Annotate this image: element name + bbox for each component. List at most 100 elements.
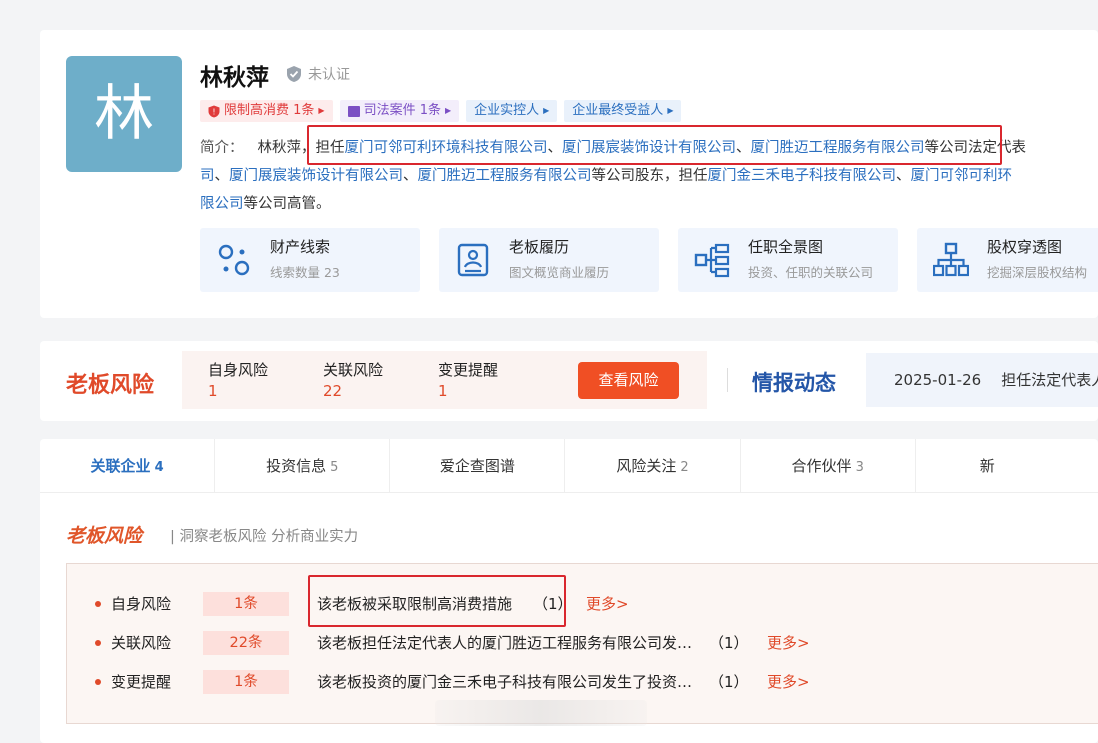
risk-description[interactable]: 该老板担任法定代表人的厦门胜迈工程服务有限公司发生了变更 xyxy=(317,628,705,658)
tab-label: 新 xyxy=(979,457,995,475)
boss-profile-card: 林 林秋萍 未认证 ! 限制高消费 1条 ▶ 司法案件 1条 ▶ 企业实控人 ▶… xyxy=(40,30,1098,318)
risk-label: 自身风险 xyxy=(111,595,172,613)
feature-equity-map[interactable]: 股权穿透图 挖掘深层股权结构 xyxy=(917,228,1098,292)
more-link[interactable]: 更多> xyxy=(586,589,629,619)
risk-label: 关联风险 xyxy=(111,634,172,652)
risk-count: 1条 xyxy=(203,670,289,694)
tab-partners[interactable]: 合作伙伴 3 xyxy=(741,439,916,493)
feature-subtitle: 线索数量 23 xyxy=(270,265,340,280)
boss-name: 林秋萍 xyxy=(200,65,269,91)
tag-beneficiary-label: 企业最终受益人 xyxy=(572,103,664,118)
tag-beneficiary[interactable]: 企业最终受益人 ▶ xyxy=(564,100,682,122)
risk-bar-title: 老板风险 xyxy=(66,373,155,398)
tab-count: 3 xyxy=(855,460,864,475)
boss-risk-bar: 老板风险 自身风险 1 关联风险 22 变更提醒 1 查看风险 情报动态 202… xyxy=(40,341,1098,421)
tab-more[interactable]: 新 xyxy=(916,439,1098,493)
tab-graph[interactable]: 爱企查图谱 xyxy=(390,439,566,493)
shield-icon: ! xyxy=(208,105,220,117)
more-link[interactable]: 更多> xyxy=(767,628,810,658)
caret-right-icon: ▶ xyxy=(444,106,452,115)
risk-count: 22条 xyxy=(203,631,289,655)
stat-change-alert[interactable]: 变更提醒 1 xyxy=(438,359,498,400)
tab-risk-watch[interactable]: 风险关注 2 xyxy=(565,439,741,493)
tab-count: 2 xyxy=(680,460,689,475)
svg-text:!: ! xyxy=(212,107,215,116)
tag-controller-label: 企业实控人 xyxy=(474,103,540,118)
bullet-dot xyxy=(95,640,101,646)
bullet-dot xyxy=(95,679,101,685)
company-link[interactable]: 厦门可邻可利环 xyxy=(911,168,1013,184)
intro-line-2: 司、厦门展宸装饰设计有限公司、厦门胜迈工程服务有限公司等公司股东，担任厦门金三禾… xyxy=(40,162,1098,190)
feature-position-map[interactable]: 任职全景图 投资、任职的关联公司 xyxy=(678,228,898,292)
feature-title: 股权穿透图 xyxy=(987,238,1063,256)
feature-title: 任职全景图 xyxy=(748,238,824,256)
tag-judicial[interactable]: 司法案件 1条 ▶ xyxy=(339,100,460,122)
org-chart-icon xyxy=(694,243,730,278)
intel-ticker[interactable]: 2025-01-26 担任法定代表人 xyxy=(866,353,1098,407)
stat-value: 1 xyxy=(208,382,218,400)
tag-judicial-label: 司法案件 1条 xyxy=(363,103,441,118)
intro-text: 等公司股东，担任 xyxy=(591,168,708,184)
company-link[interactable]: 限公司 xyxy=(200,196,244,212)
tab-count: 4 xyxy=(154,460,164,475)
feature-title: 老板履历 xyxy=(509,238,570,256)
stat-label: 变更提醒 xyxy=(438,361,499,379)
tab-investment[interactable]: 投资信息 5 xyxy=(215,439,391,493)
risk-count: 1条 xyxy=(203,592,289,616)
stat-value: 22 xyxy=(323,382,343,400)
stat-self-risk[interactable]: 自身风险 1 xyxy=(208,359,268,400)
section-subtitle: | 洞察老板风险 分析商业实力 xyxy=(170,529,359,545)
bullet-dot xyxy=(95,601,101,607)
feature-subtitle: 挖掘深层股权结构 xyxy=(987,265,1088,280)
resume-icon xyxy=(457,243,489,277)
highlight-box xyxy=(308,575,566,627)
tag-restriction[interactable]: ! 限制高消费 1条 ▶ xyxy=(200,100,333,122)
divider xyxy=(727,368,728,392)
tab-related-companies[interactable]: 关联企业 4 xyxy=(40,439,216,493)
risk-row: 变更提醒 1条 该老板投资的厦门金三禾电子科技有限公司发生了投资变更 （1） 更… xyxy=(67,667,1098,697)
separator: 、 xyxy=(403,168,418,184)
stat-value: 1 xyxy=(438,382,448,400)
property-clue-icon xyxy=(218,244,250,276)
verify-text: 未认证 xyxy=(308,67,350,83)
tab-label: 风险关注 xyxy=(616,457,677,475)
risk-num: （1） xyxy=(709,634,749,652)
stat-related-risk[interactable]: 关联风险 22 xyxy=(323,359,383,400)
section-title: 老板风险 xyxy=(66,525,143,547)
company-link[interactable]: 厦门展宸装饰设计有限公司 xyxy=(229,168,403,184)
tab-panel: 关联企业 4 投资信息 5 爱企查图谱 风险关注 2 合作伙伴 3 新 老板风险 | 洞… xyxy=(40,439,1098,743)
stat-label: 关联风险 xyxy=(323,361,384,379)
company-link[interactable]: 厦门胜迈工程服务有限公司 xyxy=(418,168,592,184)
company-link[interactable]: 厦门金三禾电子科技有限公司 xyxy=(708,168,897,184)
stat-label: 自身风险 xyxy=(208,361,269,379)
feature-subtitle: 投资、任职的关联公司 xyxy=(748,265,874,280)
view-risk-button[interactable]: 查看风险 xyxy=(578,362,679,399)
caret-right-icon: ▶ xyxy=(543,106,550,115)
caret-right-icon: ▶ xyxy=(667,106,674,115)
avatar: 林 xyxy=(66,56,182,172)
book-icon xyxy=(347,105,360,117)
intel-date: 2025-01-26 xyxy=(894,371,982,389)
verified-shield-icon xyxy=(287,66,301,82)
risk-label: 变更提醒 xyxy=(111,673,172,691)
more-link[interactable]: 更多> xyxy=(767,667,810,697)
feature-title: 财产线索 xyxy=(270,238,331,256)
intel-title: 情报动态 xyxy=(752,371,836,395)
risk-row: 关联风险 22条 该老板担任法定代表人的厦门胜迈工程服务有限公司发生了变更 （1… xyxy=(67,628,1098,658)
highlight-box xyxy=(307,125,1002,165)
tab-label: 投资信息 xyxy=(266,457,327,475)
tab-label: 关联企业 xyxy=(90,457,151,475)
tab-label: 合作伙伴 xyxy=(791,457,852,475)
feature-resume[interactable]: 老板履历 图文概览商业履历 xyxy=(439,228,659,292)
tab-bar: 关联企业 4 投资信息 5 爱企查图谱 风险关注 2 合作伙伴 3 新 xyxy=(40,439,1098,493)
tag-controller[interactable]: 企业实控人 ▶ xyxy=(466,100,558,122)
feature-property-clue[interactable]: 财产线索 线索数量 23 xyxy=(200,228,420,292)
risk-row: 自身风险 1条 该老板被采取限制高消费措施 （1） 更多> xyxy=(67,589,1098,619)
watermark xyxy=(435,700,647,726)
intel-text: 担任法定代表人 xyxy=(1001,371,1098,389)
risk-description[interactable]: 该老板投资的厦门金三禾电子科技有限公司发生了投资变更 xyxy=(317,667,705,697)
company-link[interactable]: 司 xyxy=(200,168,215,184)
verify-status: 未认证 xyxy=(286,64,350,84)
separator: 、 xyxy=(214,168,230,184)
risk-num: （1） xyxy=(709,673,749,691)
